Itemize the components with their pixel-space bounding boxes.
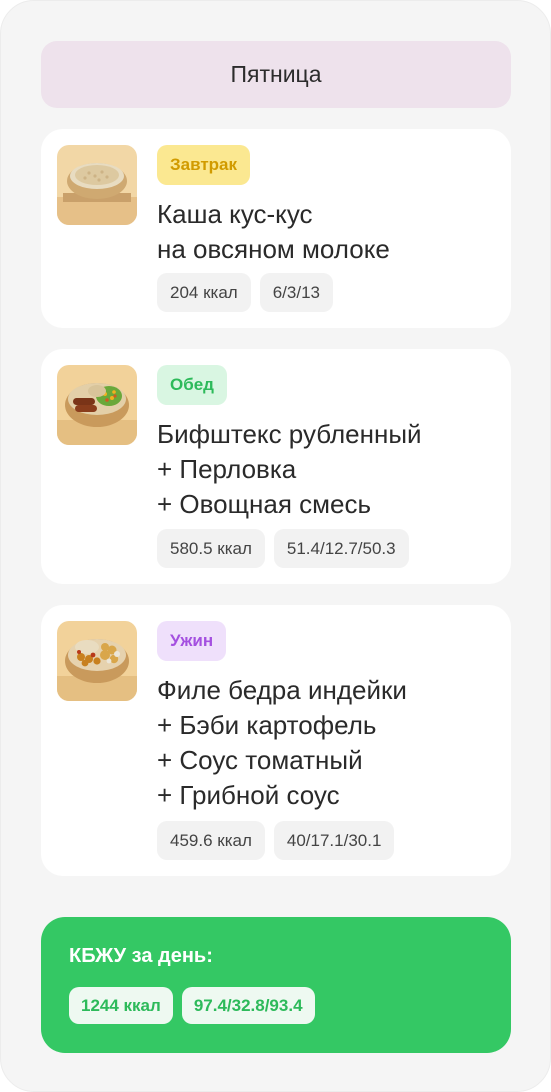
meal-card-breakfast[interactable]: Завтрак Каша кус-кус на овсяном молоке 2…: [41, 129, 511, 328]
kcal-chip: 580.5 ккал: [157, 529, 265, 568]
macros-chip: 51.4/12.7/50.3: [273, 529, 409, 568]
meal-tag: Ужин: [157, 621, 227, 661]
meal-card-dinner[interactable]: Ужин Филе бедра индейки + Бэби картофель…: [41, 605, 511, 876]
kcal-chip: 459.6 ккал: [157, 821, 265, 860]
meal-stats: 580.5 ккал 51.4/12.7/50.3: [157, 529, 409, 568]
menu-day-panel: Пятница Завтрак Каша кус-кус на овсяном …: [0, 0, 551, 1092]
meal-tag: Завтрак: [157, 145, 251, 185]
summary-macros-chip: 97.4/32.8/93.4: [181, 987, 315, 1024]
meal-photo-lunch: [57, 365, 137, 445]
summary-stats: 1244 ккал 97.4/32.8/93.4: [69, 987, 315, 1024]
meal-photo-breakfast: [57, 145, 137, 225]
meal-photo-dinner: [57, 621, 137, 701]
meal-title: Бифштекс рубленный + Перловка + Овощная …: [157, 419, 422, 519]
meal-title: Филе бедра индейки + Бэби картофель + Со…: [157, 675, 407, 810]
day-title: Пятница: [41, 41, 511, 108]
macros-chip: 6/3/13: [259, 273, 333, 312]
macros-chip: 40/17.1/30.1: [273, 821, 395, 860]
meal-stats: 459.6 ккал 40/17.1/30.1: [157, 821, 395, 860]
summary-title: КБЖУ за день:: [69, 945, 213, 967]
meal-tag: Обед: [157, 365, 227, 405]
summary-kcal-chip: 1244 ккал: [69, 987, 173, 1024]
daily-summary-card: КБЖУ за день: 1244 ккал 97.4/32.8/93.4: [41, 917, 511, 1053]
kcal-chip: 204 ккал: [157, 273, 251, 312]
meal-card-lunch[interactable]: Обед Бифштекс рубленный + Перловка + Ово…: [41, 349, 511, 584]
meal-title: Каша кус-кус на овсяном молоке: [157, 199, 390, 264]
meal-stats: 204 ккал 6/3/13: [157, 273, 333, 312]
